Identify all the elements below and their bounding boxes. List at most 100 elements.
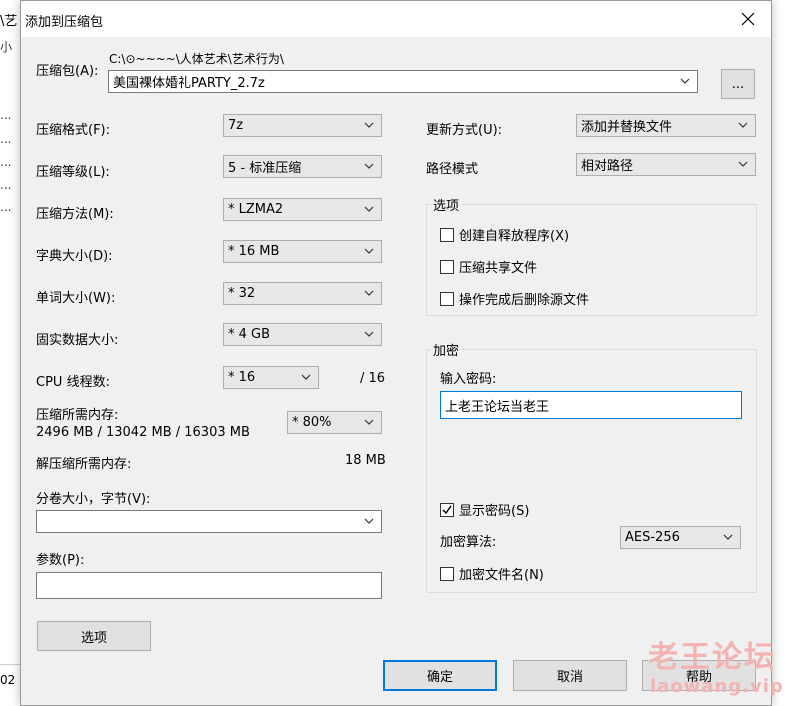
background-fragment: ... [0, 155, 12, 169]
encryption-group-title: 加密 [431, 340, 462, 359]
mem-comp-value: 2496 MB / 13042 MB / 16303 MB [36, 425, 250, 440]
path-label: 路径模式 [426, 162, 479, 177]
shared-label: 压缩共享文件 [459, 261, 538, 276]
threads-select[interactable]: * 16 [223, 366, 319, 389]
enc-method-value: AES-256 [625, 530, 680, 545]
method-select[interactable]: * LZMA2 [223, 198, 382, 221]
chevron-down-icon [364, 290, 374, 296]
path-value: 相对路径 [581, 159, 634, 174]
delete-checkbox[interactable]: 操作完成后删除源文件 [440, 289, 589, 308]
mem-percent-select[interactable]: * 80% [287, 411, 382, 434]
checkmark-icon [442, 505, 452, 514]
enc-method-label: 加密算法: [440, 535, 497, 550]
method-value: * LZMA2 [228, 202, 284, 217]
background-fragment: 小 [0, 40, 13, 54]
checkbox-box [440, 259, 454, 274]
threads-label: CPU 线程数: [36, 375, 110, 390]
checkbox-box [440, 227, 454, 242]
password-label: 输入密码: [440, 372, 497, 387]
threads-max: / 16 [360, 371, 386, 386]
level-select[interactable]: 5 - 标准压缩 [223, 155, 382, 178]
ok-button-label: 确定 [426, 670, 453, 685]
background-fragment: ... [0, 178, 12, 192]
chevron-down-icon [723, 534, 733, 540]
dict-label: 字典大小(D): [36, 249, 113, 264]
chevron-down-icon [738, 161, 748, 167]
format-select[interactable]: 7z [223, 114, 382, 137]
cancel-button[interactable]: 取消 [513, 660, 627, 691]
chevron-down-icon [680, 78, 690, 84]
method-label: 压缩方法(M): [36, 207, 114, 222]
chevron-down-icon [738, 122, 748, 128]
level-label: 压缩等级(L): [36, 165, 110, 180]
show-password-checkbox[interactable]: 显示密码(S) [440, 500, 529, 519]
show-password-label: 显示密码(S) [459, 504, 530, 519]
word-select[interactable]: * 32 [223, 282, 382, 305]
solid-label: 固实数据大小: [36, 333, 119, 348]
shared-checkbox[interactable]: 压缩共享文件 [440, 257, 537, 276]
volume-label: 分卷大小，字节(V): [36, 492, 151, 507]
word-value: * 32 [228, 286, 256, 301]
dialog-titlebar: 添加到压缩包 [21, 1, 771, 37]
mem-decomp-label: 解压缩所需内存: [36, 457, 132, 472]
dict-select[interactable]: * 16 MB [223, 240, 382, 263]
delete-label: 操作完成后删除源文件 [459, 293, 590, 308]
archive-path: C:\⊙~~~~\人体艺术\艺术行为\ [109, 52, 284, 66]
password-value: 上老王论坛当老王 [445, 399, 550, 415]
chevron-down-icon [364, 248, 374, 254]
params-input[interactable] [36, 572, 382, 599]
watermark-url: laowang.vip [650, 676, 784, 697]
mem-percent-value: * 80% [292, 415, 332, 430]
chevron-down-icon [364, 331, 374, 337]
sfx-checkbox[interactable]: 创建自释放程序(X) [440, 225, 569, 244]
archive-name-combo[interactable]: 美国裸体婚礼PARTY_2.7z [108, 70, 698, 93]
password-input[interactable]: 上老王论坛当老王 [440, 391, 742, 419]
chevron-down-icon [364, 419, 374, 425]
archive-name-value: 美国裸体婚礼PARTY_2.7z [113, 76, 265, 91]
options-button[interactable]: 选项 [37, 621, 151, 651]
dialog-title: 添加到压缩包 [25, 15, 104, 30]
dict-value: * 16 MB [228, 244, 280, 259]
chevron-down-icon [364, 518, 374, 524]
chevron-down-icon [364, 206, 374, 212]
mem-comp-label: 压缩所需内存: [36, 408, 119, 423]
chevron-down-icon [364, 122, 374, 128]
cancel-button-label: 取消 [556, 670, 583, 685]
format-value: 7z [228, 118, 244, 133]
add-to-archive-dialog: 添加到压缩包 压缩包(A): C:\⊙~~~~\人体艺术\艺术行为\ 美国裸体婚… [20, 0, 772, 706]
encrypt-names-label: 加密文件名(N) [459, 568, 544, 583]
close-button[interactable] [725, 1, 771, 37]
checkbox-box [440, 291, 454, 306]
background-fragment: ... [0, 132, 12, 146]
browse-label: ... [731, 76, 745, 92]
close-icon [741, 12, 755, 26]
chevron-down-icon [364, 163, 374, 169]
watermark-text: 老王论坛 [648, 640, 776, 675]
chevron-down-icon [301, 374, 311, 380]
level-value: 5 - 标准压缩 [228, 161, 302, 176]
solid-value: * 4 GB [228, 327, 271, 342]
enc-method-select[interactable]: AES-256 [620, 526, 741, 549]
mem-decomp-value: 18 MB [345, 453, 386, 468]
path-select[interactable]: 相对路径 [576, 153, 756, 176]
options-group-title: 选项 [431, 195, 462, 214]
ok-button[interactable]: 确定 [383, 660, 497, 691]
checkbox-box [440, 502, 454, 517]
volume-combo[interactable] [36, 510, 382, 533]
threads-value: * 16 [228, 370, 256, 385]
update-label: 更新方式(U): [426, 123, 503, 138]
checkbox-box [440, 566, 454, 581]
update-select[interactable]: 添加并替换文件 [576, 114, 756, 137]
encrypt-names-checkbox[interactable]: 加密文件名(N) [440, 564, 544, 583]
background-fragment: ... [0, 200, 12, 214]
background-title-fragment: \艺 [0, 14, 18, 29]
update-value: 添加并替换文件 [581, 120, 673, 135]
archive-label: 压缩包(A): [36, 64, 99, 79]
format-label: 压缩格式(F): [36, 123, 111, 138]
word-label: 单词大小(W): [36, 291, 116, 306]
options-button-label: 选项 [80, 630, 107, 646]
params-label: 参数(P): [36, 553, 85, 568]
browse-button[interactable]: ... [721, 69, 755, 99]
solid-select[interactable]: * 4 GB [223, 323, 382, 346]
background-fragment: ... [0, 108, 12, 122]
